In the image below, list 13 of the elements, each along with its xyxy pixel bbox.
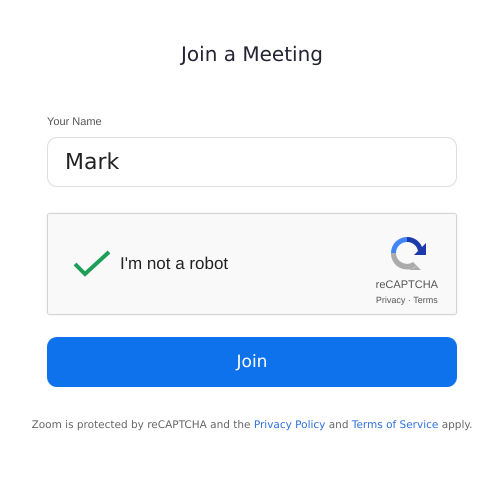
policy-link[interactable]: Terms of Service	[352, 419, 438, 431]
separator-dot: ·	[408, 295, 411, 305]
terms-link[interactable]: Terms	[413, 295, 438, 305]
field-label: Your Name	[47, 116, 103, 128]
page-title: Join a Meeting	[181, 42, 323, 66]
name-field[interactable]: Mark	[47, 137, 457, 187]
join-button[interactable]: Join	[47, 337, 457, 387]
recaptcha-notice: Zoom is protected by reCAPTCHA and the Privacy Policy and Terms of Service apply.	[32, 419, 472, 431]
checkmark-icon	[72, 249, 112, 279]
captcha-label: I'm not a robot	[120, 254, 230, 274]
privacy-link[interactable]: Privacy	[376, 295, 406, 305]
policy-link[interactable]: Privacy Policy	[254, 419, 326, 431]
recaptcha-brand: reCAPTCHA	[376, 279, 438, 291]
